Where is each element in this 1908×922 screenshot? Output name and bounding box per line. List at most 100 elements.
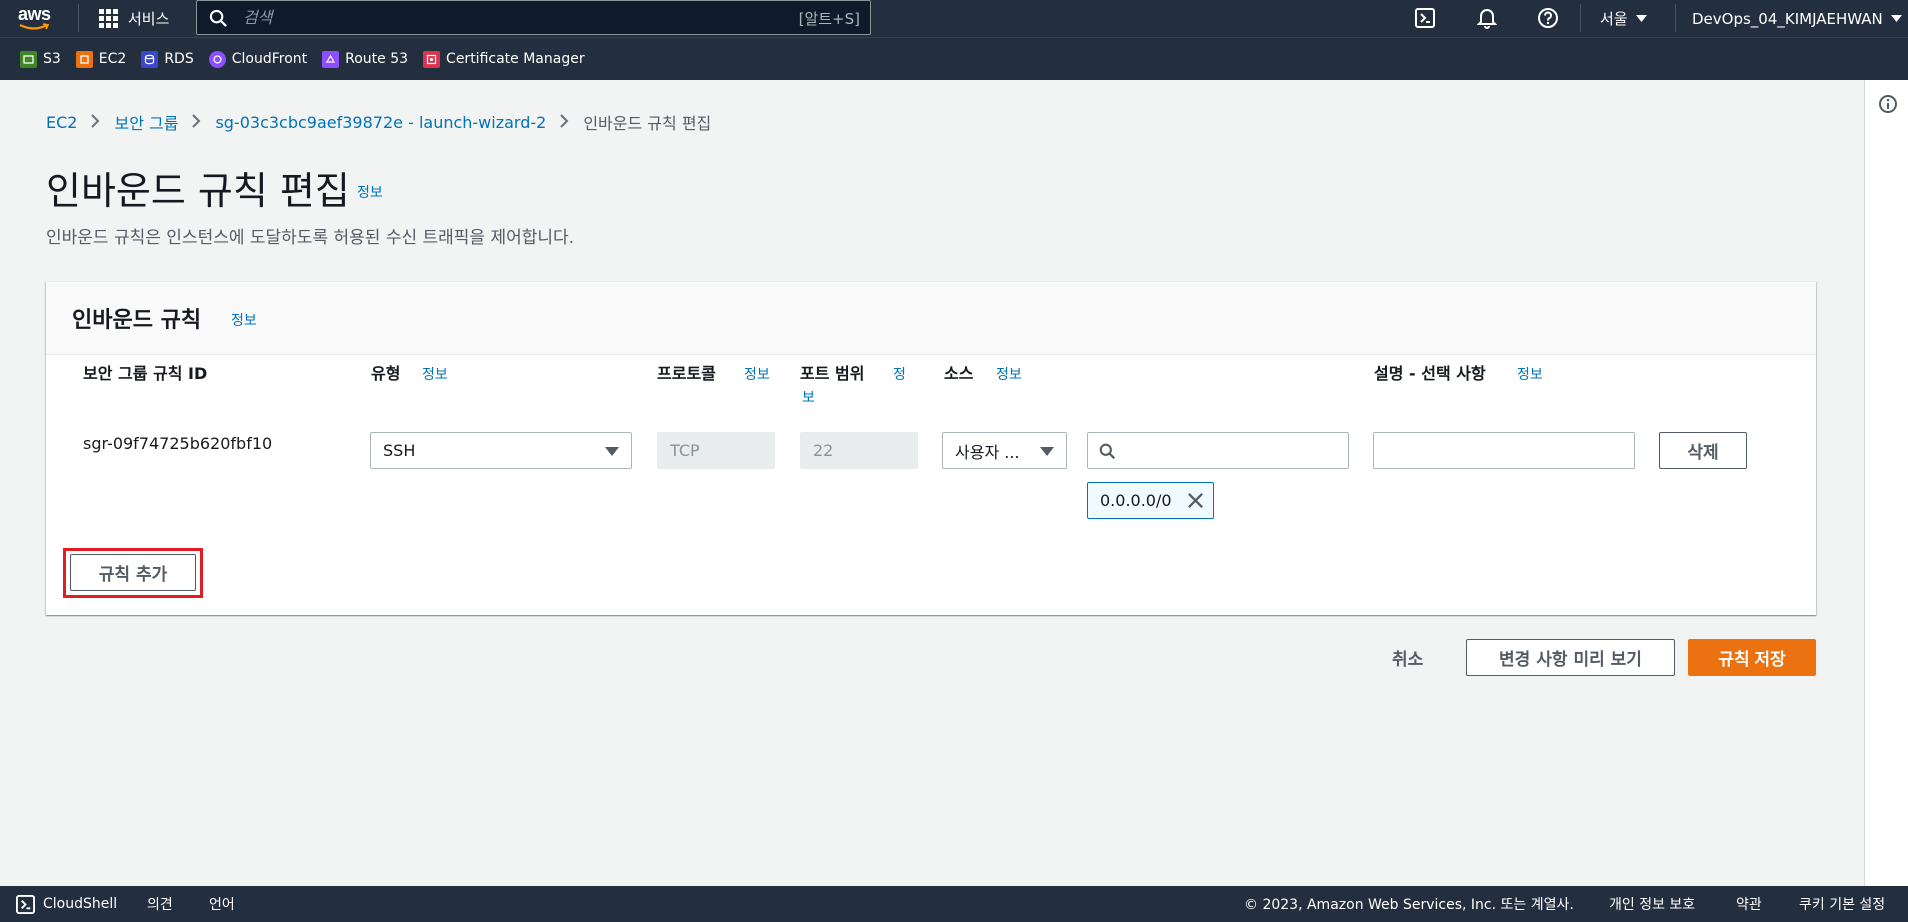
- source-type-value: 사용자 ...: [955, 442, 1020, 462]
- source-type-select[interactable]: 사용자 ...: [942, 432, 1067, 469]
- description-info-link[interactable]: 정보: [1517, 364, 1543, 384]
- s3-service-icon: [20, 50, 37, 68]
- chevron-right-icon: [192, 113, 201, 132]
- region-label: 서울: [1600, 10, 1628, 28]
- type-select[interactable]: SSH: [370, 432, 632, 469]
- container-header: 인바운드 규칙 정보: [46, 282, 1816, 355]
- favorite-label: RDS: [164, 51, 194, 67]
- footer-cloudshell-button[interactable]: CloudShell: [16, 886, 117, 922]
- column-header-port-range: 포트 범위: [800, 364, 865, 383]
- nav-divider: [78, 4, 79, 32]
- breadcrumb-security-group-id[interactable]: sg-03c3cbc9aef39872e - launch-wizard-2: [215, 113, 546, 132]
- favorite-label: Certificate Manager: [446, 51, 585, 67]
- favorite-rds[interactable]: RDS: [141, 50, 194, 68]
- favorite-label: EC2: [98, 51, 127, 67]
- page-info-link[interactable]: 정보: [357, 182, 383, 202]
- favorite-cloudfront[interactable]: CloudFront: [208, 50, 308, 68]
- type-select-value: SSH: [383, 441, 416, 460]
- favorite-s3[interactable]: S3: [20, 50, 61, 68]
- favorite-label: CloudFront: [231, 51, 308, 67]
- nav-divider: [1580, 4, 1581, 32]
- aws-logo-text: aws: [18, 4, 51, 24]
- protocol-value: TCP: [670, 441, 700, 460]
- region-selector[interactable]: 서울: [1600, 0, 1647, 37]
- search-input[interactable]: [243, 1, 763, 34]
- column-header-source: 소스: [944, 364, 974, 383]
- container-info-link[interactable]: 정보: [231, 310, 257, 330]
- cidr-token: 0.0.0.0/0: [1087, 482, 1214, 519]
- description-field[interactable]: [1373, 432, 1635, 469]
- feedback-label: 의견: [147, 897, 173, 913]
- chevron-right-icon: [560, 113, 569, 132]
- column-header-description: 설명 - 선택 사항: [1374, 364, 1486, 383]
- nav-divider: [1675, 4, 1676, 32]
- account-menu[interactable]: DevOps_04_KIMJAEHWAN: [1692, 0, 1902, 37]
- breadcrumb-current: 인바운드 규칙 편집: [583, 114, 712, 133]
- favorite-label: S3: [43, 51, 61, 67]
- caret-down-icon: [605, 447, 619, 456]
- privacy-label: 개인 정보 보호: [1609, 897, 1696, 913]
- cancel-button[interactable]: 취소: [1392, 645, 1423, 670]
- services-menu-button[interactable]: 서비스: [99, 0, 169, 37]
- caret-down-icon: [1040, 447, 1054, 456]
- cloudfront-service-icon: [208, 50, 226, 68]
- footer-terms-link[interactable]: 약관: [1736, 886, 1762, 922]
- route53-service-icon: [322, 50, 340, 68]
- cookies-label: 쿠키 기본 설정: [1799, 897, 1886, 913]
- favorite-ec2[interactable]: EC2: [75, 50, 127, 68]
- account-name: DevOps_04_KIMJAEHWAN: [1692, 9, 1883, 28]
- footer: CloudShell 의견 언어 © 2023, Amazon Web Serv…: [0, 886, 1908, 922]
- top-navigation: aws 서비스 [알트+S] 서울 DevOps_04_KIMJAEHWAN: [0, 0, 1908, 37]
- rule-id: sgr-09f74725b620fbf10: [83, 434, 273, 453]
- global-search[interactable]: [알트+S]: [196, 0, 871, 35]
- favorite-certificate-manager[interactable]: Certificate Manager: [423, 50, 585, 68]
- favorite-route53[interactable]: Route 53: [322, 50, 409, 68]
- breadcrumb: EC2 보안 그룹 sg-03c3cbc9aef39872e - launch-…: [46, 110, 711, 134]
- info-panel-icon[interactable]: [1878, 94, 1898, 114]
- terms-label: 약관: [1736, 897, 1762, 913]
- delete-rule-button[interactable]: 삭제: [1659, 432, 1747, 469]
- port-range-info-link-wrap[interactable]: 보: [802, 387, 815, 407]
- inbound-rules-container: 인바운드 규칙 정보 보안 그룹 규칙 ID 유형 정보 프로토콜 정보 포트 …: [46, 281, 1816, 615]
- source-search-field[interactable]: [1087, 432, 1349, 469]
- port-range-value: 22: [813, 441, 834, 460]
- chevron-right-icon: [91, 113, 100, 132]
- caret-down-icon: [1635, 14, 1647, 22]
- cloudshell-icon[interactable]: [1413, 6, 1437, 30]
- protocol-info-link[interactable]: 정보: [744, 364, 770, 384]
- add-rule-highlight-box: [63, 548, 203, 598]
- source-info-link[interactable]: 정보: [996, 364, 1022, 384]
- footer-feedback-link[interactable]: 의견: [147, 886, 173, 922]
- column-header-type: 유형: [371, 364, 401, 383]
- description-input[interactable]: [1374, 433, 1634, 468]
- ec2-service-icon: [75, 50, 93, 68]
- footer-cookie-preferences-link[interactable]: 쿠키 기본 설정: [1799, 886, 1885, 922]
- footer-privacy-link[interactable]: 개인 정보 보호: [1609, 886, 1695, 922]
- help-icon[interactable]: [1536, 6, 1560, 30]
- container-title: 인바운드 규칙: [72, 308, 202, 333]
- footer-language-link[interactable]: 언어: [209, 886, 235, 922]
- cidr-token-value: 0.0.0.0/0: [1100, 491, 1172, 510]
- services-grid-icon: [99, 9, 118, 28]
- type-info-link[interactable]: 정보: [422, 364, 448, 384]
- breadcrumb-ec2[interactable]: EC2: [46, 113, 77, 132]
- port-range-info-link[interactable]: 정: [893, 364, 906, 384]
- search-icon: [1099, 443, 1116, 460]
- favorite-label: Route 53: [345, 51, 409, 67]
- breadcrumb-security-groups[interactable]: 보안 그룹: [114, 110, 178, 134]
- cloudshell-label: CloudShell: [43, 896, 118, 912]
- save-rules-button[interactable]: 규칙 저장: [1688, 639, 1816, 676]
- caret-down-icon: [1890, 14, 1902, 22]
- preview-changes-button[interactable]: 변경 사항 미리 보기: [1466, 639, 1675, 676]
- source-search-input[interactable]: [1088, 433, 1348, 468]
- port-range-field: 22: [800, 432, 918, 469]
- page-description: 인바운드 규칙은 인스턴스에 도달하도록 허용된 수신 트래픽을 제어합니다.: [46, 228, 575, 248]
- close-icon[interactable]: [1186, 491, 1205, 510]
- aws-logo[interactable]: aws: [18, 4, 58, 32]
- protocol-field: TCP: [657, 432, 775, 469]
- column-header-protocol: 프로토콜: [657, 364, 716, 383]
- page-title: 인바운드 규칙 편집: [46, 169, 350, 213]
- bell-icon[interactable]: [1475, 6, 1499, 30]
- favorites-bar: S3 EC2 RDS CloudFront Route 53 Certifica…: [0, 37, 1908, 80]
- aws-smile-icon: [19, 23, 49, 30]
